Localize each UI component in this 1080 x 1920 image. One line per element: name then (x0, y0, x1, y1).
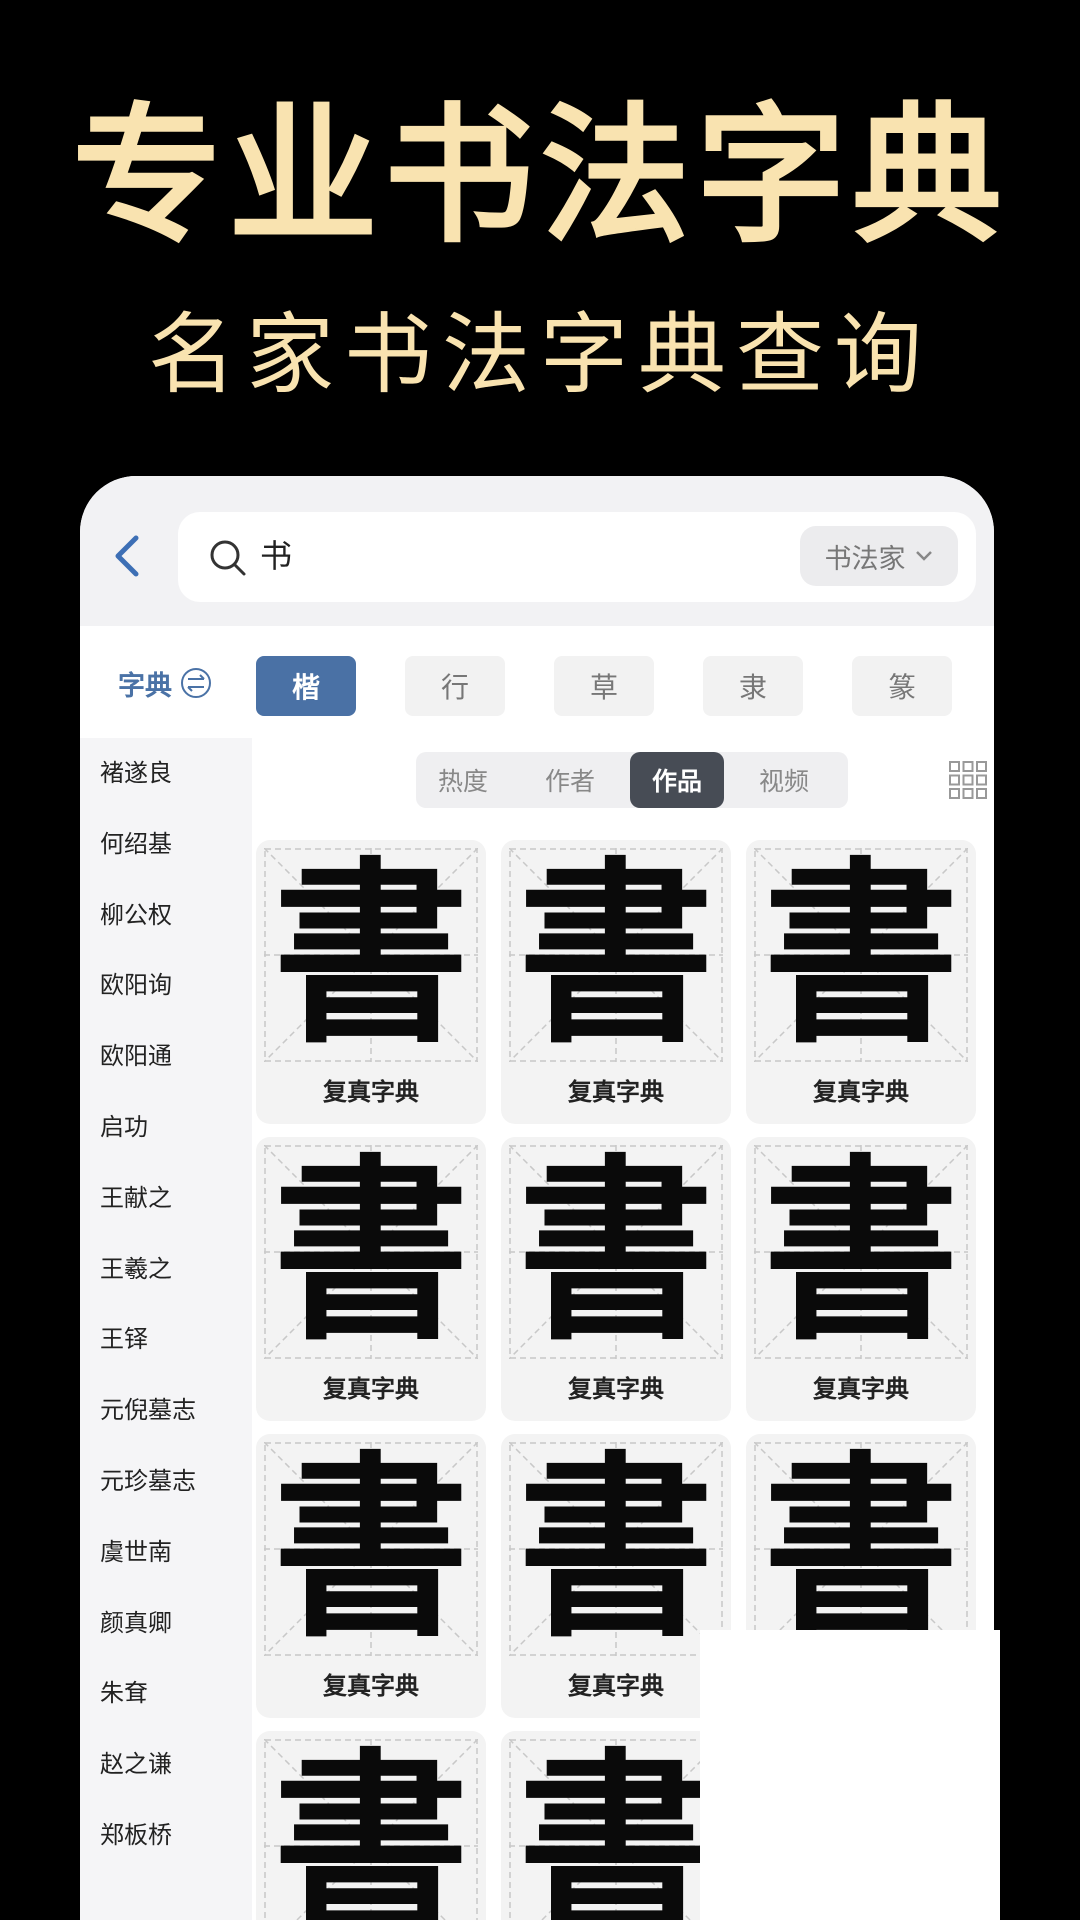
card-label: 复真字典 (813, 1078, 909, 1106)
sidebar-item[interactable]: 何绍基 (100, 821, 172, 867)
sidebar-item[interactable]: 朱耷 (100, 1670, 148, 1716)
glyph-grid: 書 (264, 1739, 478, 1920)
sidebar-item[interactable]: 虞世南 (100, 1529, 172, 1575)
calligraphy-glyph: 書 (517, 840, 714, 1070)
sidebar-item[interactable]: 启功 (100, 1104, 148, 1150)
sidebar-item[interactable]: 郑板桥 (100, 1812, 172, 1858)
sidebar-item[interactable]: 王羲之 (100, 1246, 172, 1292)
scope-label: 书法家 (824, 543, 906, 575)
search-icon (210, 540, 246, 576)
search-input[interactable]: 书 (260, 530, 292, 582)
card-label: 复真字典 (323, 1375, 419, 1403)
glyph-grid: 書 (754, 1442, 968, 1656)
card-label: 复真字典 (568, 1078, 664, 1106)
character-card[interactable]: 書复真字典 (256, 840, 486, 1124)
swap-icon (181, 668, 211, 698)
calligraphy-glyph: 書 (272, 1137, 469, 1367)
chevron-down-icon (915, 551, 932, 561)
style-tab-4[interactable]: 篆 (852, 656, 952, 716)
calligraphy-glyph: 書 (272, 840, 469, 1070)
glyph-grid: 書 (509, 1442, 723, 1656)
sidebar-item[interactable]: 赵之谦 (100, 1741, 172, 1787)
segment-tab-1[interactable]: 作者 (523, 752, 617, 808)
sidebar-item[interactable]: 元倪墓志 (100, 1387, 196, 1433)
segment-tab-3[interactable]: 视频 (737, 752, 831, 808)
character-card[interactable]: 書复真字典 (256, 1434, 486, 1718)
sort-segmented-control: 热度 作者 作品 视频 (416, 752, 848, 808)
character-card[interactable]: 書复真字典 (501, 840, 731, 1124)
fade-overlay (700, 1630, 1000, 1920)
character-card[interactable]: 書 (501, 1731, 731, 1920)
glyph-grid: 書 (754, 848, 968, 1062)
top-bar: 书 书法家 (80, 476, 994, 626)
script-style-row: 字典 楷行草隶篆 (80, 626, 994, 738)
search-bar[interactable]: 书 书法家 (178, 512, 976, 602)
sidebar-item[interactable]: 柳公权 (100, 892, 172, 938)
glyph-grid: 書 (264, 1145, 478, 1359)
segment-tab-0[interactable]: 热度 (416, 752, 510, 808)
style-tab-2[interactable]: 草 (554, 656, 654, 716)
calligraphy-glyph: 書 (762, 840, 959, 1070)
glyph-grid: 書 (264, 848, 478, 1062)
back-arrow-icon[interactable] (106, 532, 154, 580)
character-card[interactable]: 書复真字典 (501, 1137, 731, 1421)
card-label: 复真字典 (323, 1078, 419, 1106)
grid-view-icon[interactable] (948, 760, 988, 800)
calligrapher-sidebar: 褚遂良何绍基柳公权欧阳询欧阳通启功王献之王羲之王铎元倪墓志元珍墓志虞世南颜真卿朱… (80, 738, 252, 1920)
style-tab-0[interactable]: 楷 (256, 656, 356, 716)
calligraphy-glyph: 書 (762, 1137, 959, 1367)
glyph-grid: 書 (509, 1739, 723, 1920)
dictionary-label: 字典 (118, 670, 172, 702)
card-label: 复真字典 (568, 1375, 664, 1403)
calligraphy-glyph: 書 (762, 1434, 959, 1664)
sidebar-item[interactable]: 欧阳通 (100, 1033, 172, 1079)
character-card[interactable]: 書复真字典 (256, 1137, 486, 1421)
sidebar-item[interactable]: 元珍墓志 (100, 1458, 196, 1504)
character-card[interactable]: 書复真字典 (746, 1137, 976, 1421)
hero-subtitle: 名家书法字典查询 (147, 303, 932, 406)
character-card[interactable]: 書复真字典 (746, 840, 976, 1124)
calligraphy-glyph: 書 (517, 1137, 714, 1367)
sidebar-item[interactable]: 王铎 (100, 1316, 148, 1362)
card-label: 复真字典 (323, 1672, 419, 1700)
card-label: 复真字典 (568, 1672, 664, 1700)
calligraphy-glyph: 書 (272, 1731, 469, 1920)
dictionary-switch[interactable]: 字典 (118, 660, 212, 706)
scope-dropdown[interactable]: 书法家 (800, 526, 958, 586)
calligraphy-glyph: 書 (272, 1434, 469, 1664)
segment-tab-2[interactable]: 作品 (630, 752, 724, 808)
glyph-grid: 書 (509, 1145, 723, 1359)
sidebar-item[interactable]: 欧阳询 (100, 962, 172, 1008)
sidebar-item[interactable]: 王献之 (100, 1175, 172, 1221)
character-card[interactable]: 書复真字典 (501, 1434, 731, 1718)
style-tab-3[interactable]: 隶 (703, 656, 803, 716)
glyph-grid: 書 (754, 1145, 968, 1359)
sidebar-item[interactable]: 颜真卿 (100, 1600, 172, 1646)
card-label: 复真字典 (813, 1375, 909, 1403)
glyph-grid: 書 (264, 1442, 478, 1656)
calligraphy-glyph: 書 (517, 1434, 714, 1664)
style-tab-1[interactable]: 行 (405, 656, 505, 716)
hero-title: 专业书法字典 (71, 90, 1008, 264)
sidebar-item[interactable]: 褚遂良 (100, 750, 172, 796)
glyph-grid: 書 (509, 848, 723, 1062)
calligraphy-glyph: 書 (517, 1731, 714, 1920)
character-card[interactable]: 書 (256, 1731, 486, 1920)
